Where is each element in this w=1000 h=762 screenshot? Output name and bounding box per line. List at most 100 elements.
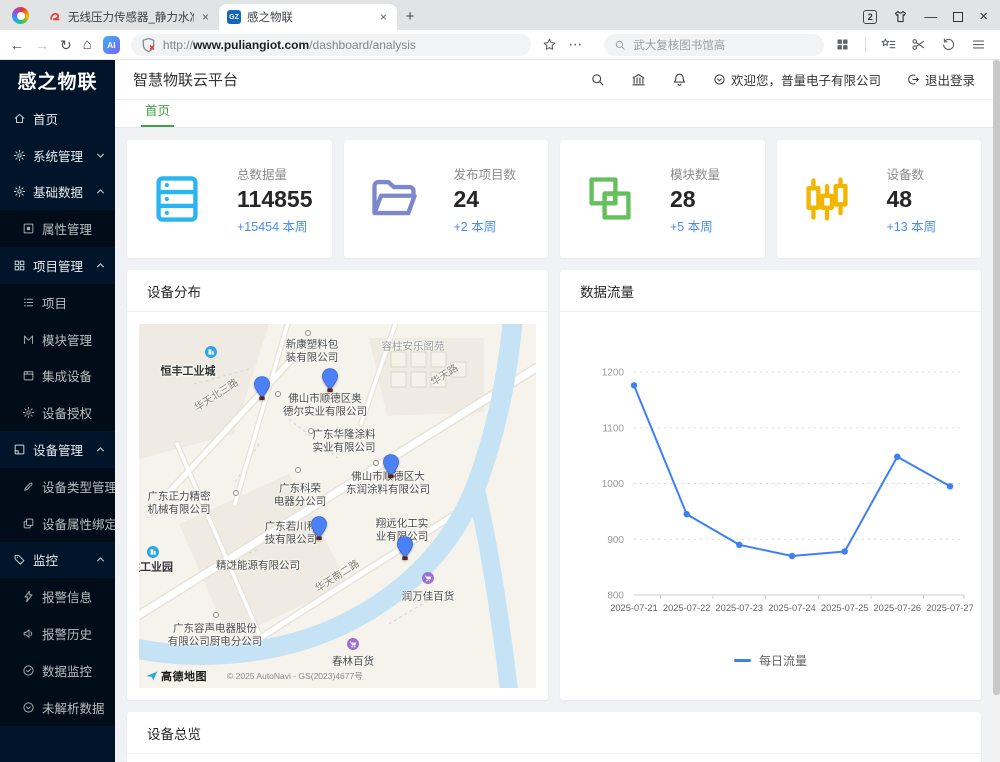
sidebar-item-system-mgmt[interactable]: 系统管理 [0, 137, 115, 174]
gaode-logo: 高德地图 [145, 668, 207, 684]
ai-assistant-button[interactable]: AI [103, 36, 120, 54]
sidebar-item-alarm-info[interactable]: 报警信息 [0, 578, 115, 615]
stat-delta: +5 本周 [670, 216, 720, 235]
back-button[interactable]: ← [10, 38, 24, 52]
svg-text:1200: 1200 [602, 368, 625, 379]
browser-logo-icon[interactable] [12, 7, 29, 24]
sidebar-item-home[interactable]: 首页 [0, 100, 115, 137]
svg-text:2025-07-22: 2025-07-22 [663, 603, 711, 613]
browser-window: 无线压力传感器_静力水准仪_ × GZ 感之物联 × + 2 — × ← → ↻… [0, 0, 1000, 762]
page-tabstrip: 首页 [115, 100, 993, 128]
home-icon [13, 112, 26, 125]
map-marker[interactable] [397, 536, 414, 561]
map-attribution: © 2025 AutoNavi - GS(2023)4677号 [227, 670, 363, 682]
stat-card-published-projects: 发布项目数24+2 本周 [344, 140, 549, 258]
new-tab-button[interactable]: + [397, 8, 423, 25]
page-scrollbar[interactable] [993, 60, 1000, 762]
sidebar-item-label: 集成设备 [42, 366, 92, 385]
screenshot-scissors-icon[interactable] [911, 37, 926, 52]
sidebar-item-integrated-device[interactable]: 集成设备 [0, 358, 115, 395]
search-box[interactable]: 武大复核图书馆高 [604, 34, 824, 56]
cart-poi-icon [422, 572, 435, 585]
stat-cards-row: 总数据量114855+15454 本周发布项目数24+2 本周模块数量28+5 … [127, 140, 981, 258]
sidebar-item-device-attr-bind[interactable]: 设备属性绑定 [0, 505, 115, 542]
map-marker[interactable] [311, 516, 328, 541]
sidebar-item-monitor[interactable]: 监控 [0, 542, 115, 579]
sidebar-item-attr-mgmt[interactable]: 属性管理 [0, 210, 115, 247]
browser-menu-icon[interactable] [971, 37, 986, 52]
scrollbar-thumb[interactable] [993, 60, 1000, 695]
chart-legend[interactable]: 每日流量 [568, 642, 973, 678]
logout-button[interactable]: 退出登录 [907, 70, 975, 89]
minimize-button[interactable]: — [924, 10, 937, 23]
device-overview-panel: 设备总览 [127, 712, 981, 762]
sidebar-item-project[interactable]: 项目 [0, 284, 115, 321]
browser-home-button[interactable]: ⌂ [83, 37, 92, 52]
app-logo[interactable]: 感之物联 [0, 60, 115, 100]
svg-text:1100: 1100 [602, 423, 624, 434]
sidebar-item-data-monitor[interactable]: 数据监控 [0, 652, 115, 689]
close-window-button[interactable]: × [979, 9, 988, 24]
more-options-icon[interactable]: ⋯ [568, 36, 583, 53]
map-marker[interactable] [322, 368, 339, 393]
search-placeholder: 武大复核图书馆高 [633, 37, 725, 53]
sidebar-item-label: 设备管理 [33, 440, 87, 459]
svg-text:900: 900 [607, 535, 624, 546]
map-marker[interactable] [383, 454, 400, 479]
bookmark-star-icon[interactable] [542, 37, 557, 52]
maximize-button[interactable] [953, 12, 963, 22]
favorites-list-icon[interactable] [881, 37, 896, 52]
svg-text:2025-07-23: 2025-07-23 [716, 603, 764, 613]
user-circle-icon [713, 73, 726, 86]
theme-shirt-icon[interactable] [893, 9, 908, 24]
bank-icon[interactable] [631, 72, 646, 87]
browser-tab-2[interactable]: GZ 感之物联 × [219, 4, 397, 30]
legend-label: 每日流量 [759, 652, 807, 669]
tab1-title: 无线压力传感器_静力水准仪_ [68, 9, 194, 25]
tab2-title: 感之物联 [247, 9, 372, 25]
tab2-close-icon[interactable]: × [378, 10, 389, 24]
address-bar[interactable]: http://www.puliangiot.com/dashboard/anal… [131, 34, 531, 56]
apps-grid-icon[interactable] [835, 37, 850, 52]
tab-count-badge[interactable]: 2 [863, 10, 877, 24]
svg-text:2025-07-24: 2025-07-24 [768, 603, 816, 613]
table-icon [22, 222, 35, 235]
sidebar-item-device-type-mgmt[interactable]: 设备类型管理 [0, 468, 115, 505]
header-search-icon[interactable] [590, 72, 605, 87]
sidebar-item-label: 监控 [33, 550, 87, 569]
map-poi-dot [308, 428, 314, 434]
squares-icon [584, 173, 636, 225]
sidebar-item-project-mgmt[interactable]: 项目管理 [0, 247, 115, 284]
stat-value: 114855 [237, 186, 312, 213]
map-marker[interactable] [254, 376, 271, 401]
url-scheme: http:// [163, 38, 193, 52]
history-undo-icon[interactable] [941, 37, 956, 52]
map-canvas[interactable]: 高德地图 © 2025 AutoNavi - GS(2023)4677号 新康塑… [139, 324, 536, 688]
cart-poi-icon [347, 638, 360, 651]
stat-card-module-count: 模块数量28+5 本周 [560, 140, 765, 258]
stat-label: 设备数 [887, 164, 937, 183]
map-poi-dot [213, 612, 219, 618]
sidebar-item-device-auth[interactable]: 设备授权 [0, 394, 115, 431]
sidebar-item-alarm-history[interactable]: 报警历史 [0, 615, 115, 652]
browser-tab-1[interactable]: 无线压力传感器_静力水准仪_ × [41, 4, 219, 30]
map-poi-dot [305, 330, 311, 336]
map-poi-dot [373, 460, 379, 466]
insecure-shield-icon[interactable] [141, 37, 156, 52]
sidebar-item-base-data[interactable]: 基础数据 [0, 174, 115, 211]
stat-value: 48 [887, 186, 937, 213]
tab1-close-icon[interactable]: × [200, 10, 211, 24]
sidebar-item-device-mgmt[interactable]: 设备管理 [0, 431, 115, 468]
refresh-button[interactable]: ↻ [60, 38, 72, 52]
user-welcome[interactable]: 欢迎您，普量电子有限公司 [713, 70, 881, 89]
sidebar-submenu: 项目模块管理集成设备设备授权 [0, 284, 115, 431]
sidebar-item-module-mgmt[interactable]: 模块管理 [0, 321, 115, 358]
forward-button[interactable]: → [35, 38, 49, 52]
sidebar-item-unparsed-data[interactable]: 未解析数据 [0, 689, 115, 726]
tab-home[interactable]: 首页 [141, 100, 174, 127]
map-poi-dot [227, 562, 233, 568]
bell-icon[interactable] [672, 72, 687, 87]
sidebar-item-label: 属性管理 [42, 219, 92, 238]
folder-icon [368, 173, 420, 225]
stat-delta: +2 本周 [454, 216, 517, 235]
